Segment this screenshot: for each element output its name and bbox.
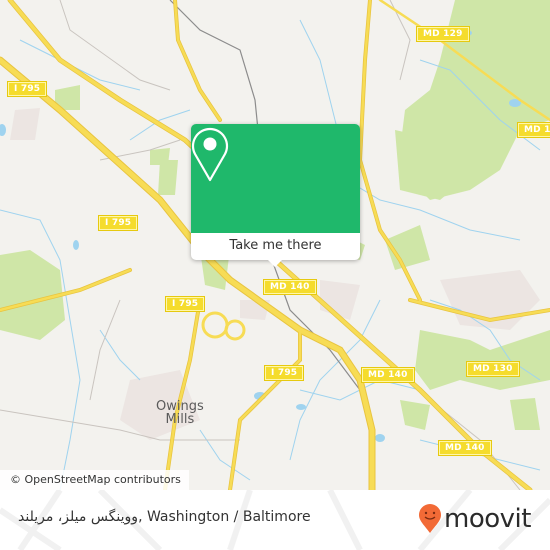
popup-tail xyxy=(267,259,283,267)
road-shield-md12: MD 12 xyxy=(516,122,550,138)
map-pin-icon xyxy=(191,127,229,182)
moovit-logo[interactable]: moovit xyxy=(418,504,531,534)
road-shield-md129: MD 129 xyxy=(416,26,470,42)
road-shield-md140: MD 140 xyxy=(438,440,492,456)
road-shield-i795: I 795 xyxy=(6,81,48,97)
place-label-line2: Mills xyxy=(165,412,195,427)
place-label-owings-mills: Owings Mills xyxy=(156,400,204,426)
map-attribution[interactable]: © OpenStreetMap contributors xyxy=(0,470,189,490)
footer: ووینگس میلز، مریلند, Washington / Baltim… xyxy=(0,490,550,550)
road-shield-i795: I 795 xyxy=(263,365,305,381)
road-shield-i795: I 795 xyxy=(164,296,206,312)
location-text: ووینگس میلز، مریلند, Washington / Baltim… xyxy=(18,509,311,525)
location-popup: Take me there xyxy=(191,124,360,267)
popup-header xyxy=(191,124,360,233)
road-shield-md140: MD 140 xyxy=(263,279,317,295)
road-shield-i795: I 795 xyxy=(97,215,139,231)
map-area[interactable]: I 795 I 795 I 795 I 795 MD 140 MD 140 MD… xyxy=(0,0,550,490)
moovit-brand-text: moovit xyxy=(444,504,531,534)
take-me-there-button[interactable]: Take me there xyxy=(191,233,360,260)
moovit-pin-icon xyxy=(419,504,441,533)
road-shield-md140: MD 140 xyxy=(361,367,415,383)
road-shield-md130: MD 130 xyxy=(466,361,520,377)
